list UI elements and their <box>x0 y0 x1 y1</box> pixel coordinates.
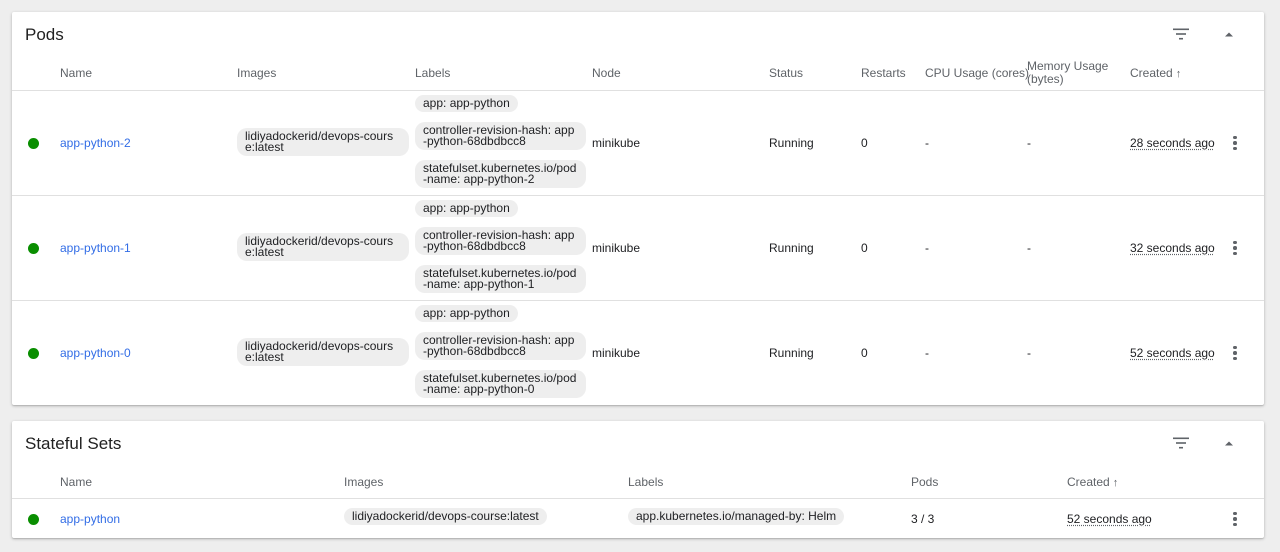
stateful-set-name-link[interactable]: app-python <box>60 512 120 526</box>
filter-icon[interactable] <box>1169 431 1193 455</box>
label-chip: controller-revision-hash: app-python-68d… <box>415 122 586 150</box>
label-chip: app: app-python <box>415 305 518 322</box>
pod-status: Running <box>769 136 814 150</box>
label-chip: app: app-python <box>415 200 518 217</box>
col-header-cpu[interactable]: CPU Usage (cores) <box>925 67 1029 80</box>
node-name: minikube <box>592 241 641 255</box>
pod-created-time[interactable]: 52 seconds ago <box>1130 346 1215 360</box>
status-running-icon <box>28 138 39 149</box>
node-name: minikube <box>592 346 641 360</box>
stateful-sets-title: Stateful Sets <box>25 434 122 453</box>
pods-title: Pods <box>25 25 64 44</box>
status-running-icon <box>28 348 39 359</box>
col-header-created-label: Created <box>1067 475 1110 489</box>
stateful-sets-table-header: Name Images Labels Pods Created ↑ <box>12 465 1264 499</box>
label-chip: controller-revision-hash: app-python-68d… <box>415 332 586 360</box>
pod-cpu: - <box>925 241 929 255</box>
filter-icon[interactable] <box>1169 22 1193 46</box>
col-header-memory[interactable]: Memory Usage (bytes) <box>1027 60 1127 86</box>
col-header-created[interactable]: Created ↑ <box>1067 476 1118 490</box>
pod-name-link[interactable]: app-python-0 <box>60 346 131 360</box>
col-header-name[interactable]: Name <box>60 67 92 80</box>
label-chip: app.kubernetes.io/managed-by: Helm <box>628 508 845 525</box>
sort-ascending-icon: ↑ <box>1112 477 1119 489</box>
col-header-created[interactable]: Created ↑ <box>1130 67 1181 81</box>
sort-ascending-icon: ↑ <box>1175 68 1182 80</box>
pod-restarts: 0 <box>861 241 868 255</box>
pods-table-header: Name Images Labels Node Status Restarts … <box>12 56 1264 90</box>
pod-memory: - <box>1027 136 1031 150</box>
pod-row: app-python-2 lidiyadockerid/devops-cours… <box>12 90 1264 195</box>
image-chip: lidiyadockerid/devops-course:latest <box>237 128 409 156</box>
stateful-sets-card: Stateful Sets Name Images Labels Pods Cr… <box>12 421 1264 538</box>
pods-card: Pods Name Images Labels Node Status Rest… <box>12 12 1264 405</box>
pod-cpu: - <box>925 136 929 150</box>
col-header-labels: Labels <box>415 66 451 80</box>
col-header-pods: Pods <box>911 475 939 489</box>
col-header-node[interactable]: Node <box>592 67 621 80</box>
stateful-set-row: app-python lidiyadockerid/devops-course:… <box>12 498 1264 538</box>
label-chip: controller-revision-hash: app-python-68d… <box>415 227 586 255</box>
status-running-icon <box>28 514 39 525</box>
pod-created-time[interactable]: 32 seconds ago <box>1130 241 1215 255</box>
pod-status: Running <box>769 241 814 255</box>
pod-memory: - <box>1027 346 1031 360</box>
col-header-created-label: Created <box>1130 66 1173 80</box>
pod-created-time[interactable]: 28 seconds ago <box>1130 136 1215 150</box>
pod-restarts: 0 <box>861 346 868 360</box>
pod-row: app-python-1 lidiyadockerid/devops-cours… <box>12 195 1264 300</box>
status-running-icon <box>28 243 39 254</box>
col-header-restarts[interactable]: Restarts <box>861 67 906 80</box>
pod-memory: - <box>1027 241 1031 255</box>
pod-name-link[interactable]: app-python-2 <box>60 136 131 150</box>
more-vert-icon[interactable] <box>1227 343 1243 363</box>
collapse-arrow-icon[interactable] <box>1217 22 1241 46</box>
pod-row: app-python-0 lidiyadockerid/devops-cours… <box>12 300 1264 405</box>
image-chip: lidiyadockerid/devops-course:latest <box>237 338 409 366</box>
node-name: minikube <box>592 136 641 150</box>
pod-cpu: - <box>925 346 929 360</box>
label-chip: statefulset.kubernetes.io/pod-name: app-… <box>415 160 586 188</box>
image-chip: lidiyadockerid/devops-course:latest <box>344 508 547 525</box>
stateful-sets-card-header: Stateful Sets <box>12 421 1264 465</box>
label-chip: statefulset.kubernetes.io/pod-name: app-… <box>415 370 586 398</box>
stateful-set-created-time[interactable]: 52 seconds ago <box>1067 512 1152 526</box>
label-chip: app: app-python <box>415 95 518 112</box>
more-vert-icon[interactable] <box>1227 238 1243 258</box>
col-header-images: Images <box>344 475 384 489</box>
image-chip: lidiyadockerid/devops-course:latest <box>237 233 409 261</box>
stateful-set-pods: 3 / 3 <box>911 512 935 526</box>
col-header-status[interactable]: Status <box>769 67 803 80</box>
col-header-name[interactable]: Name <box>60 476 92 489</box>
pod-name-link[interactable]: app-python-1 <box>60 241 131 255</box>
pod-restarts: 0 <box>861 136 868 150</box>
col-header-images: Images <box>237 66 277 80</box>
collapse-arrow-icon[interactable] <box>1217 431 1241 455</box>
more-vert-icon[interactable] <box>1227 133 1243 153</box>
pods-card-header: Pods <box>12 12 1264 56</box>
more-vert-icon[interactable] <box>1227 509 1243 529</box>
col-header-labels: Labels <box>628 475 664 489</box>
pod-status: Running <box>769 346 814 360</box>
label-chip: statefulset.kubernetes.io/pod-name: app-… <box>415 265 586 293</box>
